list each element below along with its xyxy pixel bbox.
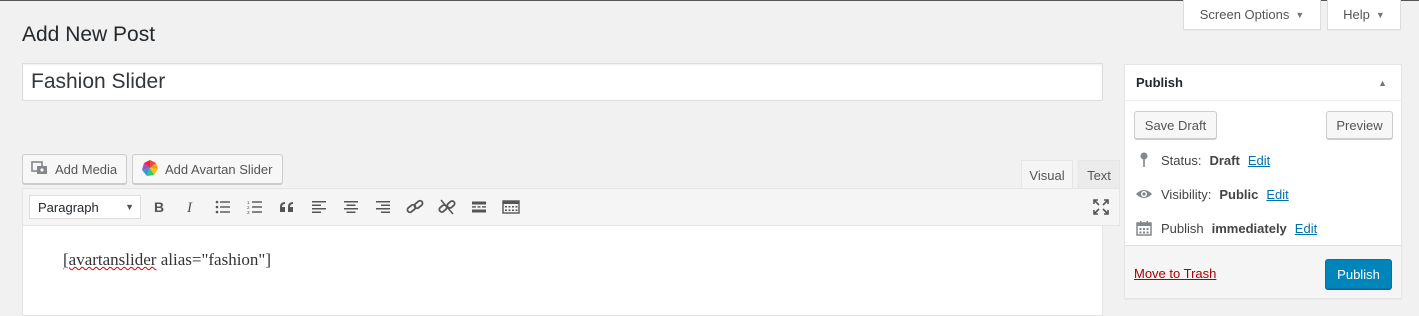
read-more-icon[interactable] [468, 197, 490, 217]
tab-text[interactable]: Text [1078, 160, 1120, 189]
edit-publish-date-link[interactable]: Edit [1295, 221, 1317, 236]
status-label: Status: [1161, 152, 1202, 168]
help-button[interactable]: Help ▼ [1327, 0, 1401, 30]
unlink-icon[interactable] [436, 197, 458, 217]
blockquote-icon[interactable] [276, 197, 298, 217]
pin-icon [1135, 152, 1153, 168]
publish-box-header[interactable]: Publish ▲ [1125, 65, 1401, 101]
editor-content-shortcode: [avartanslider [63, 250, 157, 269]
bold-icon[interactable]: B [148, 197, 170, 217]
format-select-value: Paragraph [38, 199, 99, 215]
calendar-icon [1135, 220, 1153, 236]
edit-status-link[interactable]: Edit [1248, 153, 1270, 168]
avartan-logo-icon [141, 159, 159, 180]
link-icon[interactable] [404, 197, 426, 217]
visibility-label: Visibility: [1161, 186, 1212, 202]
add-media-button[interactable]: Add Media [22, 154, 127, 184]
publish-schedule-row: Publish immediately Edit [1135, 218, 1317, 238]
screen-options-label: Screen Options [1199, 7, 1290, 22]
align-right-icon[interactable] [372, 197, 394, 217]
save-draft-button[interactable]: Save Draft [1134, 111, 1217, 139]
visibility-row: Visibility: Public Edit [1135, 184, 1289, 204]
add-avartan-slider-label: Add Avartan Slider [165, 161, 273, 177]
svg-text:3: 3 [247, 210, 250, 214]
bullet-list-icon[interactable] [212, 197, 234, 217]
screen-options-button[interactable]: Screen Options ▼ [1183, 0, 1321, 30]
preview-button[interactable]: Preview [1326, 111, 1393, 139]
svg-text:B: B [154, 200, 164, 214]
help-label: Help [1343, 7, 1370, 22]
tab-visual[interactable]: Visual [1021, 160, 1073, 189]
collapse-arrow-icon[interactable]: ▲ [1378, 78, 1387, 88]
add-avartan-slider-button[interactable]: Add Avartan Slider [132, 154, 283, 184]
caret-down-icon: ▼ [1375, 9, 1385, 20]
toolbar-toggle-icon[interactable] [500, 197, 522, 217]
publish-button[interactable]: Publish [1325, 259, 1392, 289]
caret-down-icon: ▼ [1295, 9, 1305, 20]
media-icon [31, 160, 49, 179]
post-title-input[interactable]: Fashion Slider [22, 63, 1103, 101]
publish-box-title: Publish [1136, 75, 1183, 90]
editor-toolbar: Paragraph ▼ B I 123 [22, 188, 1120, 226]
move-to-trash-link[interactable]: Move to Trash [1134, 266, 1216, 281]
add-media-label: Add Media [55, 161, 118, 177]
fullscreen-icon[interactable] [1090, 197, 1112, 217]
page-title: Add New Post [22, 23, 156, 46]
publish-box-footer: Move to Trash Publish [1125, 245, 1401, 298]
italic-icon[interactable]: I [180, 197, 202, 217]
publish-schedule-label: Publish [1161, 220, 1204, 236]
format-select[interactable]: Paragraph ▼ [29, 195, 141, 219]
numbered-list-icon[interactable]: 123 [244, 197, 266, 217]
editor-content-area[interactable]: [avartanslider alias="fashion"] [22, 226, 1103, 316]
align-left-icon[interactable] [308, 197, 330, 217]
edit-visibility-link[interactable]: Edit [1266, 187, 1288, 202]
svg-text:I: I [186, 200, 193, 214]
editor-content: [avartanslider alias="fashion"] [63, 250, 271, 270]
status-row: Status: Draft Edit [1135, 150, 1270, 170]
editor-content-attributes: alias="fashion"] [156, 250, 272, 269]
caret-down-icon: ▼ [125, 202, 134, 212]
align-center-icon[interactable] [340, 197, 362, 217]
publish-box: Publish ▲ Save Draft Preview Status: Dra… [1124, 64, 1402, 299]
visibility-value: Public [1219, 186, 1259, 202]
eye-icon [1135, 188, 1153, 200]
status-value: Draft [1209, 152, 1240, 168]
publish-schedule-value: immediately [1211, 220, 1287, 236]
